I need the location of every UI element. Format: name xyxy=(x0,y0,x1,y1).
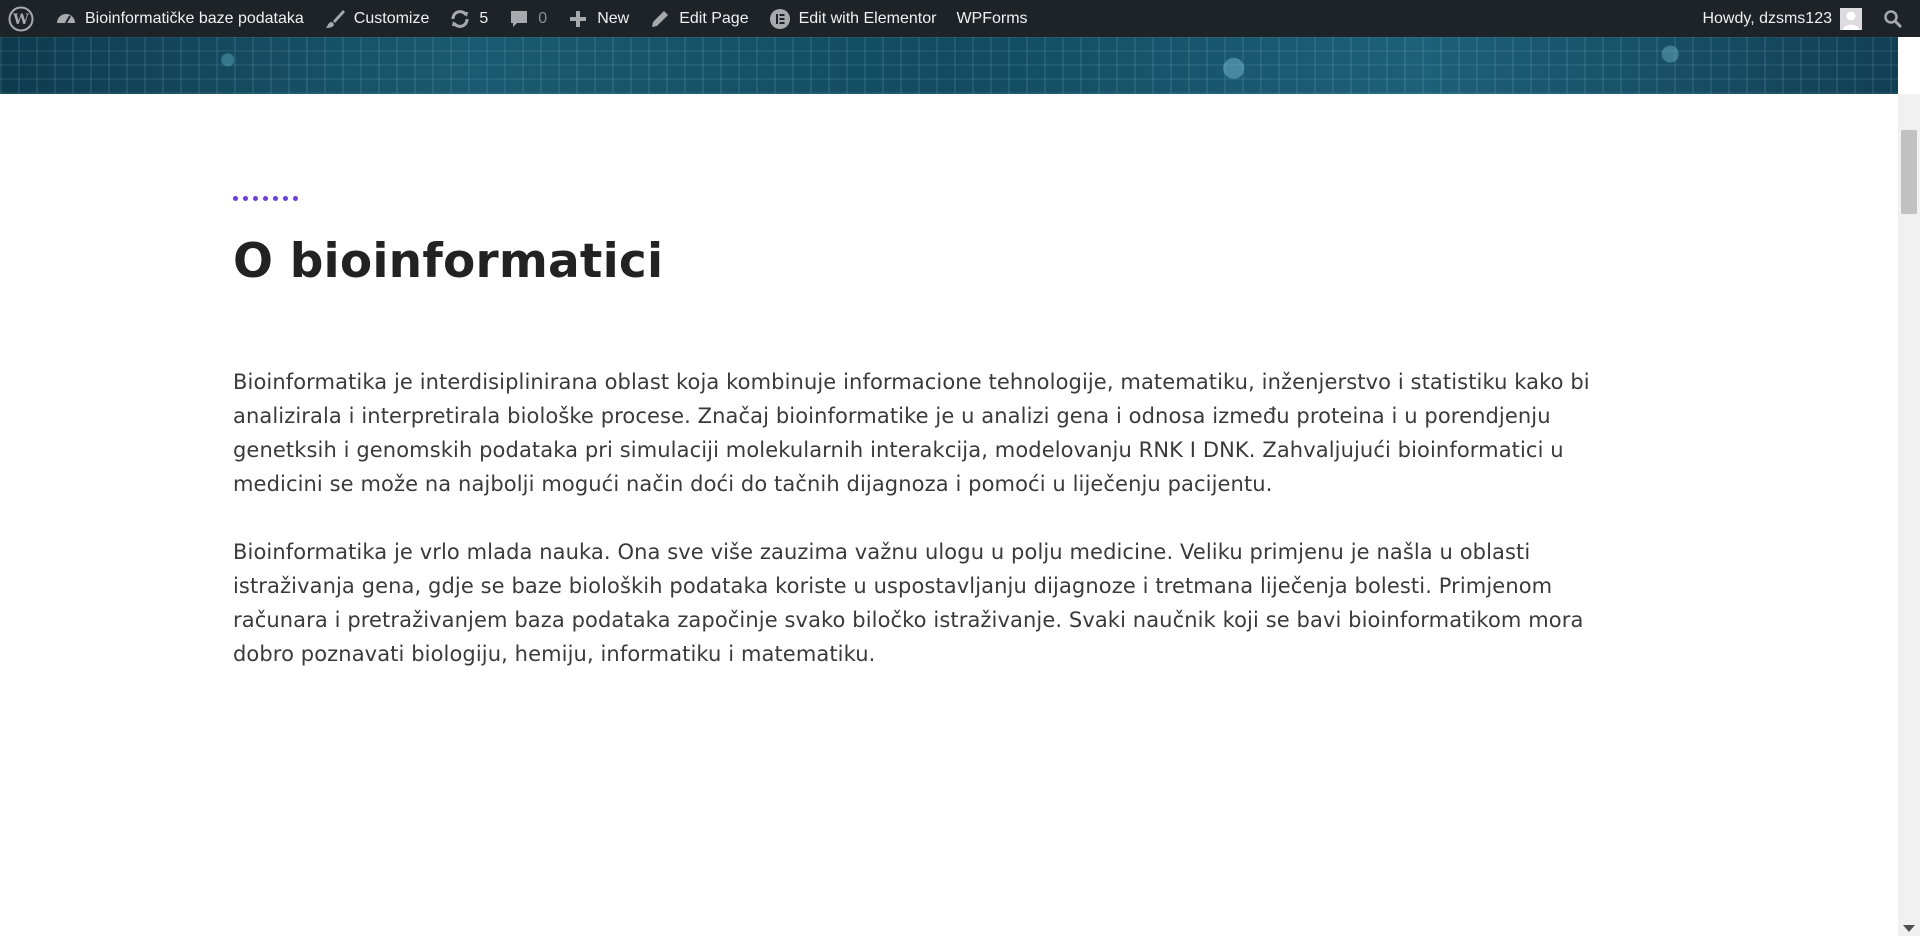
comments-button[interactable]: 0 xyxy=(498,0,557,37)
comment-icon xyxy=(508,8,530,30)
paragraph-intro: Bioinformatika je interdisiplinirana obl… xyxy=(233,370,1590,496)
admin-bar-right: Howdy, dzsms123 xyxy=(1692,0,1920,37)
brush-icon xyxy=(324,8,346,30)
howdy-label: Howdy, dzsms123 xyxy=(1702,9,1832,27)
updates-button[interactable]: 5 xyxy=(439,0,498,37)
search-button[interactable] xyxy=(1872,0,1914,37)
refresh-icon xyxy=(449,8,471,30)
admin-bar: W Bioinformatičke baze podataka Customiz… xyxy=(0,0,1920,37)
admin-bar-left: W Bioinformatičke baze podataka Customiz… xyxy=(0,0,1038,37)
page-title: O bioinformatici xyxy=(233,234,664,289)
plus-icon xyxy=(567,8,589,30)
wordpress-icon: W xyxy=(7,5,35,33)
customize-label: Customize xyxy=(353,9,430,27)
search-icon xyxy=(1882,8,1904,30)
edit-with-elementor-button[interactable]: Edit with Elementor xyxy=(759,0,947,37)
edit-page-button[interactable]: Edit Page xyxy=(639,0,758,37)
wpforms-label: WPForms xyxy=(956,9,1028,27)
svg-text:W: W xyxy=(12,12,29,28)
site-name-label: Bioinformatičke baze podataka xyxy=(85,9,304,27)
wp-logo-menu[interactable]: W xyxy=(0,0,45,37)
avatar-icon xyxy=(1840,7,1862,30)
site-name-menu[interactable]: Bioinformatičke baze podataka xyxy=(45,0,314,37)
edit-page-label: Edit Page xyxy=(679,9,749,27)
dashboard-icon xyxy=(55,8,77,30)
page-scrollbar[interactable] xyxy=(1898,94,1920,936)
decorative-dots xyxy=(233,196,298,201)
wpforms-menu[interactable]: WPForms xyxy=(946,0,1037,37)
elementor-icon xyxy=(769,8,791,30)
scroll-down-arrow-icon[interactable] xyxy=(1903,925,1915,932)
updates-count: 5 xyxy=(479,9,489,27)
paragraph-second: Bioinformatika je vrlo mlada nauka. Ona … xyxy=(233,540,1584,666)
edit-with-elementor-label: Edit with Elementor xyxy=(798,9,937,27)
new-content-button[interactable]: New xyxy=(557,0,639,37)
new-label: New xyxy=(597,9,630,27)
pencil-icon xyxy=(649,8,671,30)
header-banner-image xyxy=(0,37,1898,94)
scrollbar-thumb[interactable] xyxy=(1901,130,1917,214)
customize-button[interactable]: Customize xyxy=(314,0,440,37)
comments-count: 0 xyxy=(538,9,548,27)
my-account-menu[interactable]: Howdy, dzsms123 xyxy=(1692,0,1872,37)
